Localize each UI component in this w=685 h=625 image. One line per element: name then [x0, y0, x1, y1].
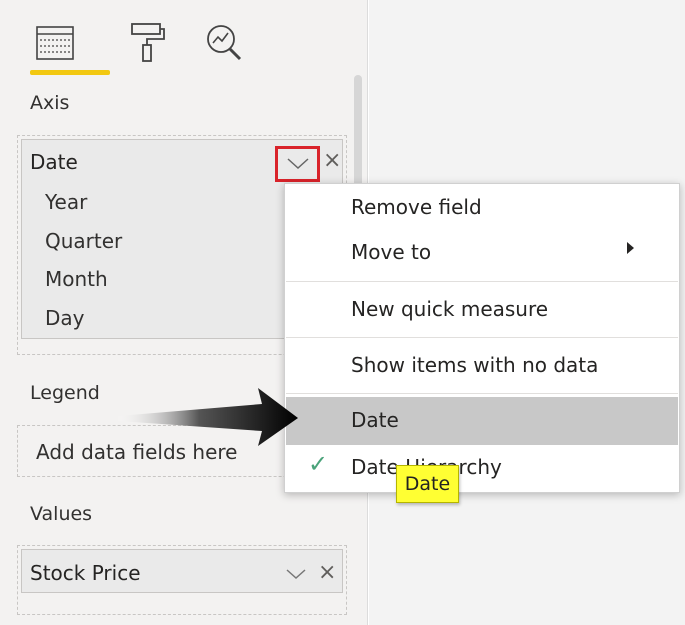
annotation-arrow-icon: [118, 388, 298, 446]
tooltip: Date: [396, 465, 459, 503]
